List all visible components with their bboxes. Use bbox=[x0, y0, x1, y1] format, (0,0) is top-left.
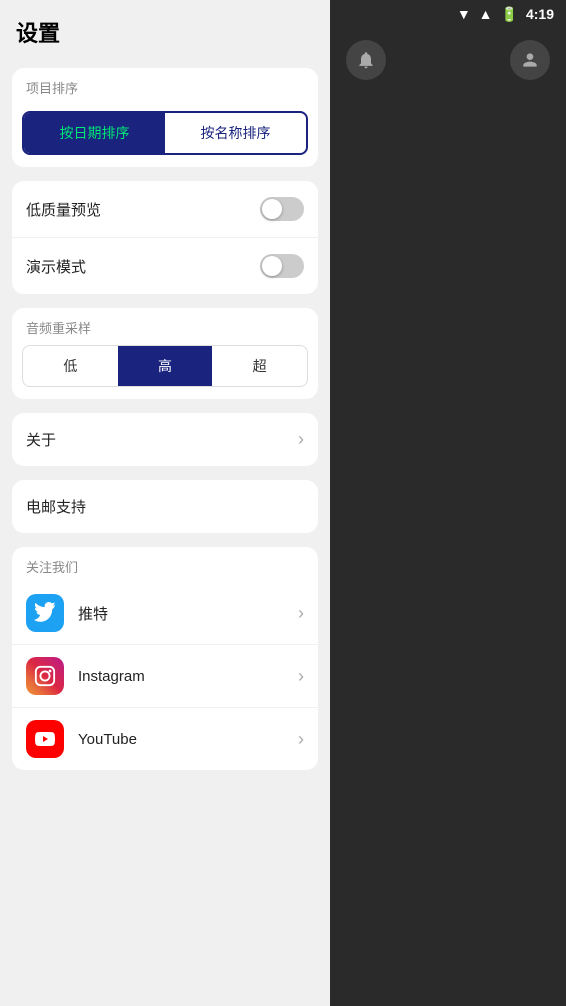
audio-section-label: 音频重采样 bbox=[12, 308, 318, 345]
about-nav-row[interactable]: 关于 › bbox=[12, 413, 318, 466]
battery-icon: 🔋 bbox=[501, 6, 518, 23]
right-icons-row bbox=[330, 28, 566, 92]
resample-high-button[interactable]: 高 bbox=[118, 346, 213, 386]
toggle-label-demo-mode: 演示模式 bbox=[26, 256, 86, 277]
twitter-icon bbox=[26, 594, 64, 632]
audio-section: 音频重采样 低 高 超 bbox=[12, 308, 318, 399]
signal-icon: ▲ bbox=[479, 6, 493, 22]
toggle-section: 低质量预览 演示模式 bbox=[12, 181, 318, 294]
settings-panel: 设置 项目排序 按日期排序 按名称排序 低质量预览 演示模式 音频重采样 低 高… bbox=[0, 0, 330, 1006]
youtube-row[interactable]: YouTube › bbox=[12, 708, 318, 770]
wifi-icon: ▼ bbox=[457, 6, 471, 22]
toggle-row-low-quality: 低质量预览 bbox=[12, 181, 318, 238]
about-label: 关于 bbox=[26, 429, 56, 450]
toggle-switch-demo-mode[interactable] bbox=[260, 254, 304, 278]
email-nav-row[interactable]: 电邮支持 bbox=[12, 480, 318, 533]
toggle-label-low-quality: 低质量预览 bbox=[26, 199, 101, 220]
right-panel: ▼ ▲ 🔋 4:19 项目 bbox=[330, 0, 566, 1006]
youtube-icon bbox=[26, 720, 64, 758]
instagram-icon bbox=[26, 657, 64, 695]
twitter-chevron-icon: › bbox=[298, 603, 304, 624]
twitter-row[interactable]: 推特 › bbox=[12, 582, 318, 645]
follow-section: 关注我们 推特 › Instagram › bbox=[12, 547, 318, 770]
instagram-row[interactable]: Instagram › bbox=[12, 645, 318, 708]
notification-icon[interactable] bbox=[346, 40, 386, 80]
resample-buttons: 低 高 超 bbox=[22, 345, 308, 387]
toggle-row-demo-mode: 演示模式 bbox=[12, 238, 318, 294]
time-display: 4:19 bbox=[526, 6, 554, 22]
status-bar: ▼ ▲ 🔋 4:19 bbox=[330, 0, 566, 28]
about-chevron-icon: › bbox=[298, 429, 304, 450]
youtube-chevron-icon: › bbox=[298, 729, 304, 750]
sort-buttons: 按日期排序 按名称排序 bbox=[22, 111, 308, 155]
page-title: 设置 bbox=[16, 16, 318, 48]
about-section: 关于 › bbox=[12, 413, 318, 466]
email-label: 电邮支持 bbox=[26, 496, 86, 517]
twitter-label: 推特 bbox=[78, 603, 298, 624]
instagram-label: Instagram bbox=[78, 668, 298, 685]
follow-section-label: 关注我们 bbox=[12, 547, 318, 582]
sort-section: 项目排序 按日期排序 按名称排序 bbox=[12, 68, 318, 167]
profile-icon[interactable] bbox=[510, 40, 550, 80]
sort-section-label: 项目排序 bbox=[12, 68, 318, 103]
instagram-chevron-icon: › bbox=[298, 666, 304, 687]
resample-low-button[interactable]: 低 bbox=[23, 346, 118, 386]
sort-by-date-button[interactable]: 按日期排序 bbox=[24, 113, 165, 153]
resample-ultra-button[interactable]: 超 bbox=[212, 346, 307, 386]
email-section: 电邮支持 bbox=[12, 480, 318, 533]
toggle-switch-low-quality[interactable] bbox=[260, 197, 304, 221]
sort-by-name-button[interactable]: 按名称排序 bbox=[165, 113, 306, 153]
youtube-label: YouTube bbox=[78, 731, 298, 748]
